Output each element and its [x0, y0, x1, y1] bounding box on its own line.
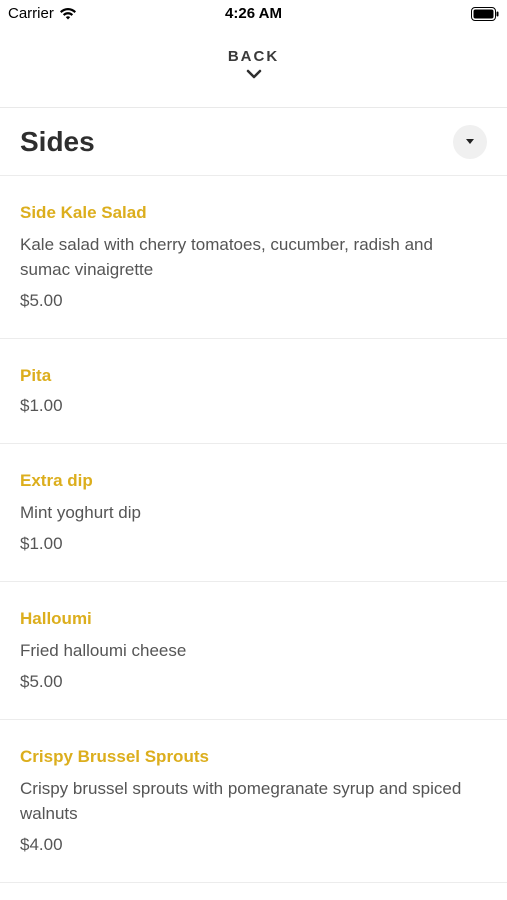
status-bar: Carrier 4:26 AM [0, 0, 507, 28]
menu-item-list: Side Kale Salad Kale salad with cherry t… [0, 176, 507, 883]
back-label: BACK [227, 48, 280, 65]
item-name: Extra dip [20, 471, 93, 490]
clock: 4:26 AM [225, 5, 282, 22]
item-name: Halloumi [20, 609, 92, 628]
section-title: Sides [20, 125, 95, 157]
section-header: Sides [0, 108, 507, 176]
menu-item[interactable]: Halloumi Fried halloumi cheese $5.00 [0, 582, 507, 720]
item-name: Crispy Brussel Sprouts [20, 747, 209, 766]
collapse-section-button[interactable] [453, 124, 487, 159]
item-price: $5.00 [20, 291, 63, 310]
item-name: Side Kale Salad [20, 203, 147, 222]
item-description: Crispy brussel sprouts with pomegranate … [20, 779, 462, 823]
menu-item[interactable]: Side Kale Salad Kale salad with cherry t… [0, 176, 507, 339]
menu-item[interactable]: Pita $1.00 [0, 339, 507, 444]
chevron-down-icon [246, 69, 261, 79]
back-button[interactable]: BACK [0, 28, 507, 108]
item-price: $4.00 [20, 835, 63, 854]
menu-item[interactable]: Extra dip Mint yoghurt dip $1.00 [0, 444, 507, 582]
item-description: Kale salad with cherry tomatoes, cucumbe… [20, 235, 433, 279]
caret-down-icon [466, 139, 474, 144]
item-description: Mint yoghurt dip [20, 503, 141, 522]
menu-item[interactable]: Crispy Brussel Sprouts Crispy brussel sp… [0, 720, 507, 883]
item-name: Pita [20, 366, 52, 385]
item-price: $1.00 [20, 534, 63, 553]
battery-icon [471, 7, 499, 25]
item-price: $5.00 [20, 672, 63, 691]
item-price: $1.00 [20, 396, 63, 415]
item-description: Fried halloumi cheese [20, 641, 187, 660]
